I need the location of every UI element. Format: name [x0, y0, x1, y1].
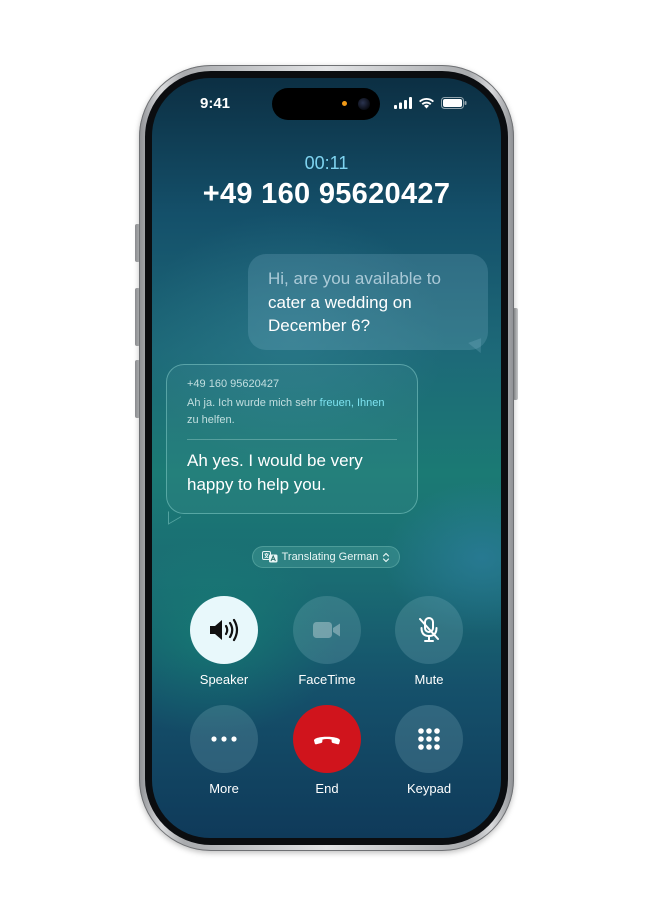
caller-number: +49 160 95620427	[202, 178, 451, 210]
chevron-up-down-icon	[383, 552, 390, 562]
front-camera	[358, 98, 370, 110]
status-time: 9:41	[200, 95, 231, 112]
received-message-bubble: +49 160 95620427 Ah ja. Ich wurde mich s…	[166, 364, 418, 514]
mute-button[interactable]	[395, 596, 463, 664]
sent-message-bubble: Hi, are you available to cater a wedding…	[248, 254, 488, 350]
keypad-button[interactable]	[395, 705, 463, 773]
facetime-button[interactable]	[293, 596, 361, 664]
dynamic-island	[272, 88, 380, 120]
translation-language-pill[interactable]: Translating German	[252, 546, 400, 568]
end-label: End	[315, 781, 339, 796]
keypad-control: Keypad	[395, 705, 463, 796]
facetime-control: FaceTime	[293, 596, 361, 687]
phone-screen: 9:41 00:11 +49 160 95620427 Hi, are you …	[152, 78, 501, 838]
speaker-icon	[210, 618, 239, 642]
more-button[interactable]	[190, 705, 258, 773]
original-german-text: Ah ja. Ich wurde mich sehr freuen, Ihnen…	[187, 395, 397, 429]
speaker-button[interactable]	[190, 596, 258, 664]
microphone-slash-icon	[419, 617, 439, 642]
more-control: More	[190, 705, 258, 796]
translate-icon	[261, 551, 278, 563]
signal-icon	[394, 97, 412, 109]
keypad-icon	[418, 728, 440, 750]
translated-text: Ah yes. I would be very happy to help yo…	[187, 451, 363, 494]
ellipsis-icon	[211, 736, 237, 742]
stage: 9:41 00:11 +49 160 95620427 Hi, are you …	[0, 0, 653, 914]
sent-message-text: cater a wedding on December 6?	[268, 292, 412, 336]
speaker-label: Speaker	[199, 672, 249, 687]
keypad-label: Keypad	[406, 781, 452, 796]
wifi-icon	[419, 97, 434, 109]
end-call-button[interactable]	[293, 705, 361, 773]
video-camera-icon	[313, 622, 340, 638]
status-icons	[394, 97, 467, 109]
mute-label: Mute	[414, 672, 444, 687]
call-timer: 00:11	[304, 153, 349, 173]
original-text-end: zu helfen.	[187, 414, 235, 426]
phone-hangup-icon	[314, 736, 340, 745]
sent-message-faded-text: Hi, are you available to	[268, 269, 441, 288]
battery-icon	[441, 97, 467, 109]
end-control: End	[293, 705, 361, 796]
translation-pill-label: Translating German	[281, 551, 379, 563]
speaker-control: Speaker	[190, 596, 258, 687]
original-text-start: Ah ja. Ich wurde mich sehr	[187, 397, 320, 409]
bubble-divider	[187, 439, 397, 440]
privacy-indicator	[342, 101, 347, 106]
more-label: More	[209, 781, 239, 796]
sender-number: +49 160 95620427	[187, 378, 280, 390]
facetime-label: FaceTime	[298, 672, 356, 687]
mute-control: Mute	[395, 596, 463, 687]
original-text-highlight: freuen, Ihnen	[319, 397, 385, 409]
